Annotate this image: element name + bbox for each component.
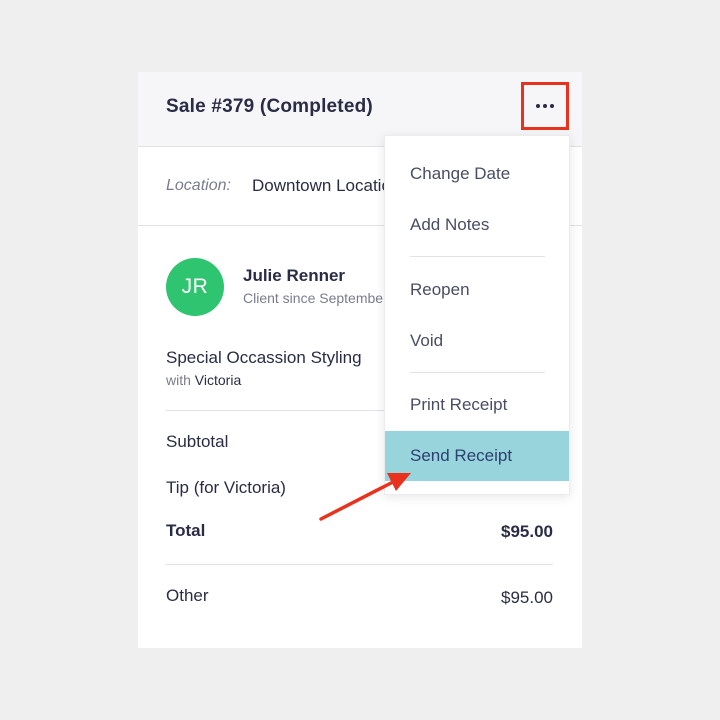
other-value: $95.00 <box>501 588 553 607</box>
client-avatar: JR <box>166 258 224 316</box>
menu-item-add-notes[interactable]: Add Notes <box>385 200 569 250</box>
location-label: Location: <box>166 177 231 194</box>
total-value: $95.00 <box>501 522 553 541</box>
sale-actions-menu: Change Date Add Notes Reopen Void Print … <box>384 135 570 495</box>
total-label: Total <box>166 521 206 540</box>
menu-separator <box>410 256 545 257</box>
menu-item-change-date[interactable]: Change Date <box>385 149 569 199</box>
sale-title: Sale #379 (Completed) <box>166 96 373 117</box>
location-value: Downtown Location <box>252 176 392 195</box>
tip-label: Tip (for Victoria) <box>166 478 286 497</box>
menu-separator <box>410 372 545 373</box>
client-name[interactable]: Julie Renner <box>243 266 345 286</box>
more-options-button[interactable] <box>521 82 569 130</box>
service-name: Special Occassion Styling <box>166 348 362 367</box>
menu-item-reopen[interactable]: Reopen <box>385 265 569 315</box>
subtotal-label: Subtotal <box>166 432 229 451</box>
client-since: Client since September <box>243 290 385 306</box>
service-staff-name: Victoria <box>194 372 242 388</box>
menu-item-void[interactable]: Void <box>385 316 569 366</box>
more-horizontal-icon <box>536 104 554 108</box>
divider <box>166 564 553 565</box>
menu-item-print-receipt[interactable]: Print Receipt <box>385 380 569 430</box>
other-label: Other <box>166 586 209 605</box>
service-staff: with Victoria <box>166 372 241 388</box>
service-with-label: with <box>166 372 191 388</box>
menu-item-send-receipt[interactable]: Send Receipt <box>385 431 569 481</box>
